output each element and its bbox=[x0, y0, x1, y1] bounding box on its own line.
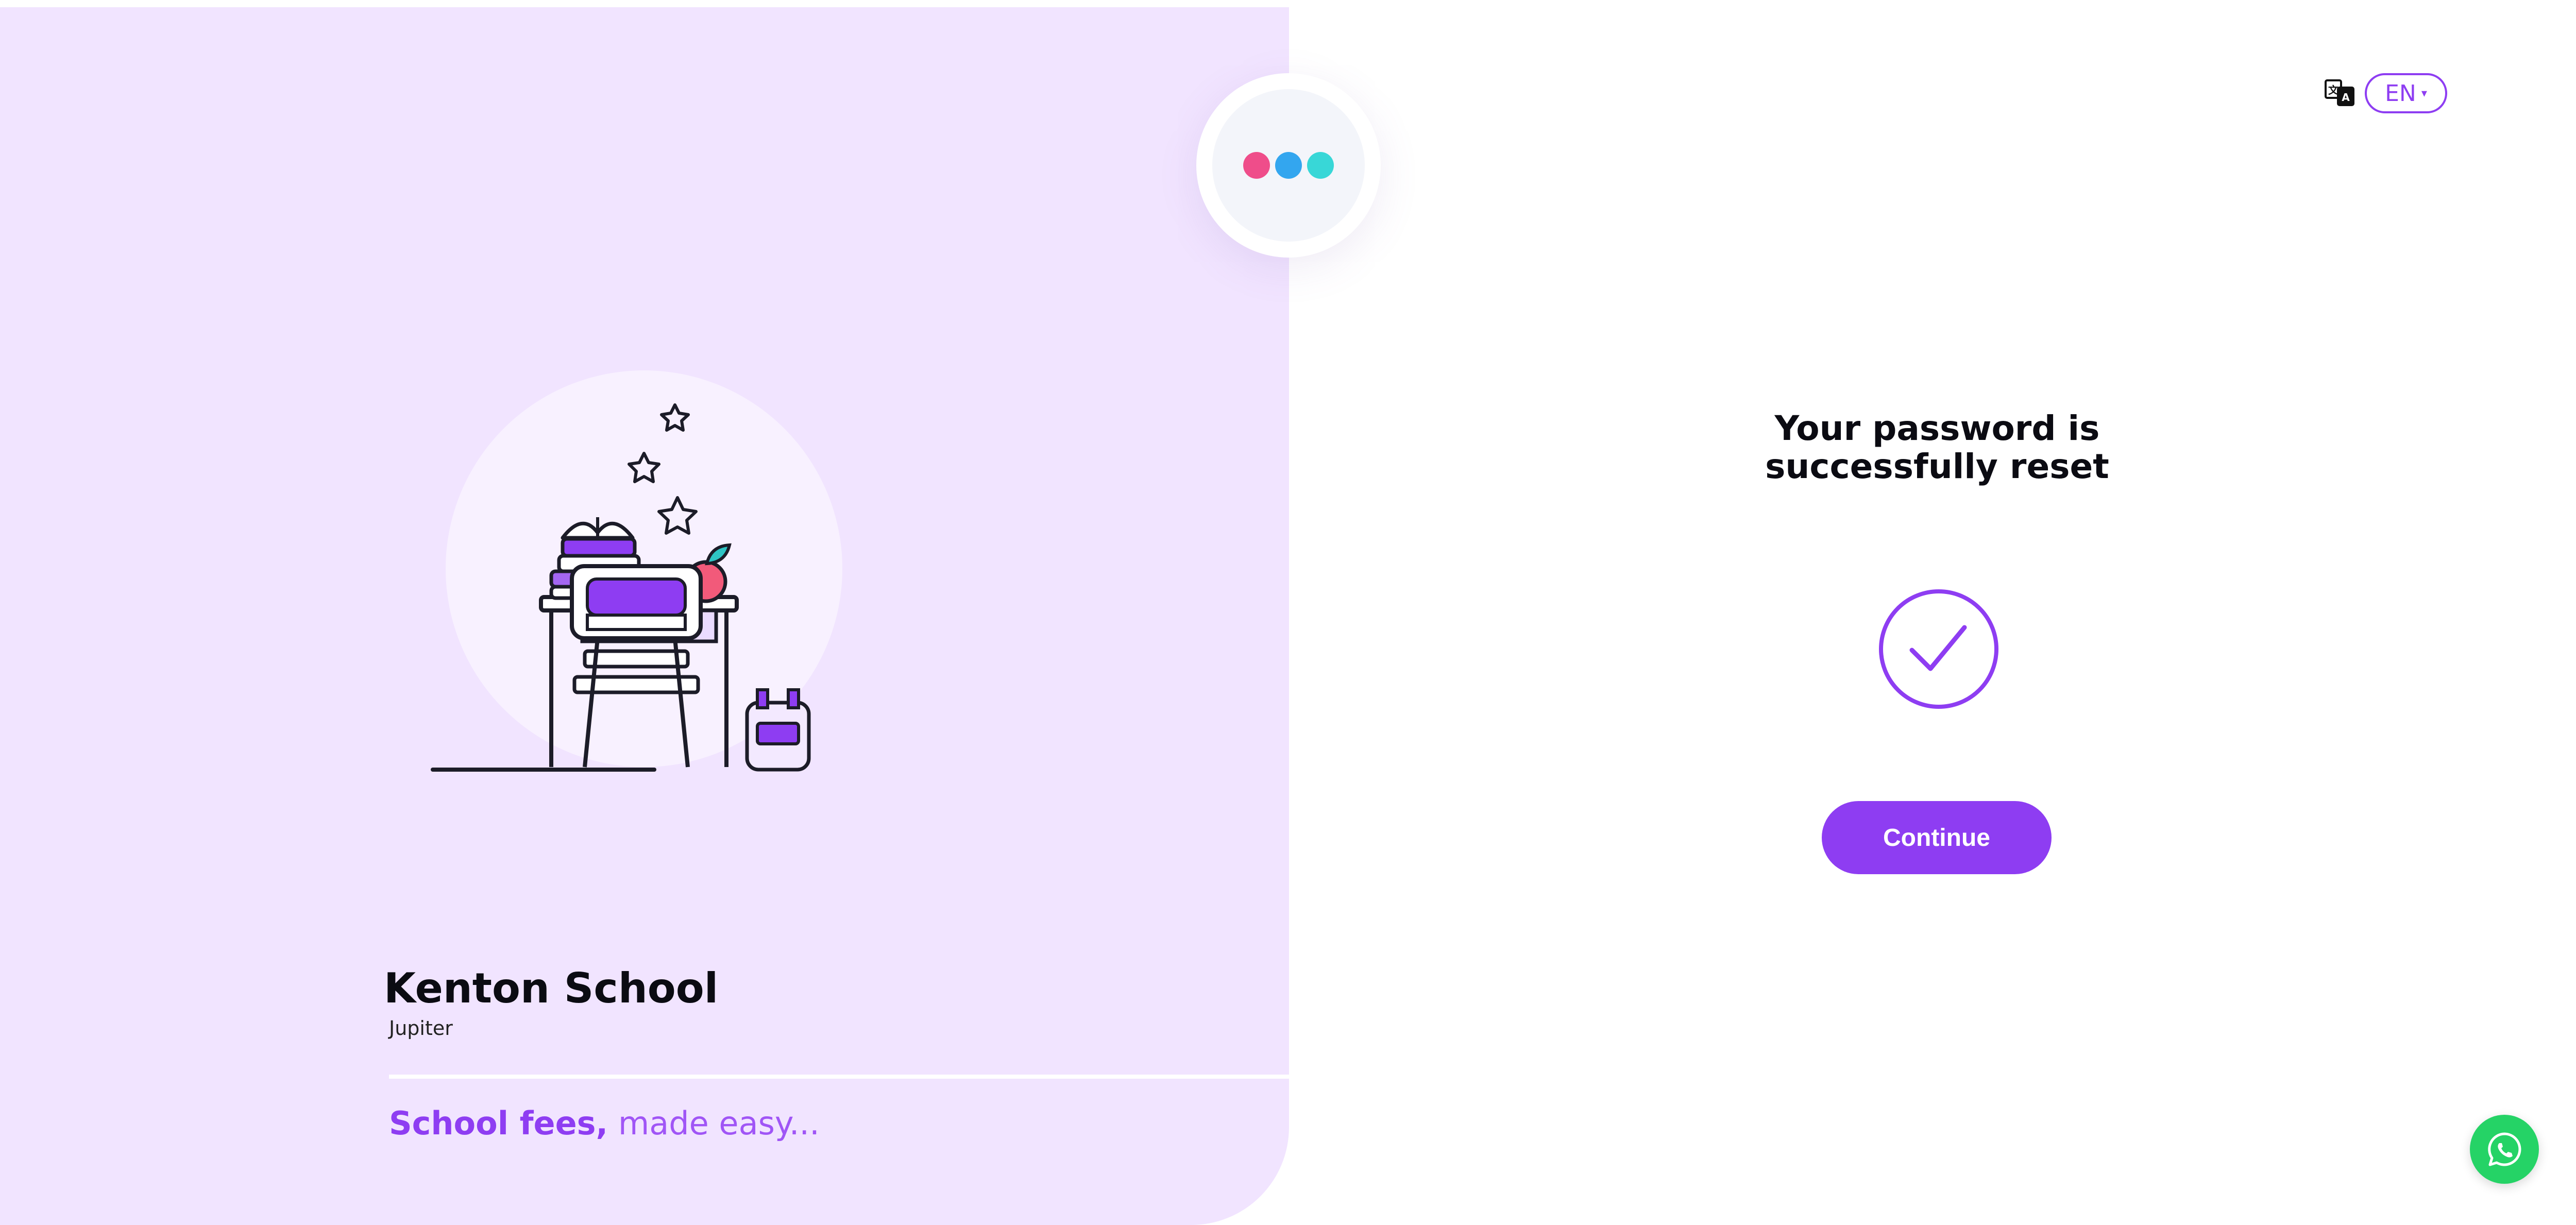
svg-text:文: 文 bbox=[2328, 84, 2339, 96]
language-selector[interactable]: EN ▾ bbox=[2365, 73, 2447, 113]
school-branding-panel: Kenton School Jupiter School fees, made … bbox=[0, 7, 1289, 1225]
page-title-line-1: Your password is bbox=[1774, 409, 2100, 448]
tagline: School fees, made easy... bbox=[389, 1104, 820, 1142]
continue-button[interactable]: Continue bbox=[1822, 801, 2052, 874]
svg-text:A: A bbox=[2342, 91, 2350, 104]
three-dots-logo-icon bbox=[1212, 89, 1365, 242]
tagline-strong: School fees, bbox=[389, 1104, 608, 1142]
logo-dot-teal bbox=[1307, 152, 1334, 179]
page-title: Your password is successfully reset bbox=[1680, 410, 2195, 486]
chevron-down-icon: ▾ bbox=[2421, 87, 2427, 100]
school-location: Jupiter bbox=[389, 1017, 453, 1040]
checkmark-circle-icon bbox=[1879, 589, 1998, 709]
logo-dot-blue bbox=[1275, 152, 1302, 179]
tagline-soft: made easy... bbox=[618, 1104, 820, 1142]
translate-icon: 文 A bbox=[2325, 79, 2354, 106]
school-name: Kenton School bbox=[384, 964, 719, 1012]
whatsapp-icon bbox=[2488, 1132, 2521, 1166]
language-selected: EN bbox=[2385, 80, 2416, 107]
school-desk-illustration bbox=[431, 370, 842, 772]
logo-dot-pink bbox=[1243, 152, 1270, 179]
app-logo bbox=[1196, 73, 1381, 258]
page-title-line-2: successfully reset bbox=[1765, 447, 2109, 486]
whatsapp-chat-button[interactable] bbox=[2470, 1115, 2539, 1184]
divider bbox=[389, 1075, 1289, 1079]
